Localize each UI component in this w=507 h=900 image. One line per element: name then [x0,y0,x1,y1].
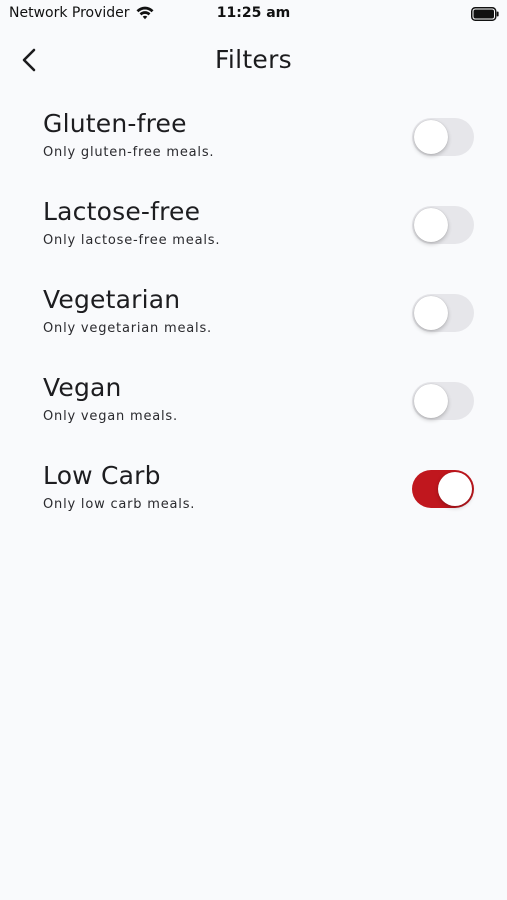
filter-title: Low Carb [43,461,161,490]
status-bar: Network Provider 11:25 am [0,0,507,28]
filter-subtitle: Only vegan meals. [43,409,178,424]
toggle-knob [414,208,448,242]
status-time: 11:25 am [216,5,291,21]
toggle-knob [438,472,472,506]
filter-item-vegetarian[interactable]: Vegetarian Only vegetarian meals. [0,276,507,364]
filter-item-vegan[interactable]: Vegan Only vegan meals. [0,364,507,452]
filter-title: Lactose-free [43,197,201,226]
page-title: Filters [214,45,293,74]
toggle-knob [414,296,448,330]
toggle-knob [414,120,448,154]
vegetarian-toggle[interactable] [412,294,474,332]
filter-item-lactose-free[interactable]: Lactose-free Only lactose-free meals. [0,188,507,276]
lactose-free-toggle[interactable] [412,206,474,244]
filter-title: Vegan [43,373,122,402]
filter-item-gluten-free[interactable]: Gluten-free Only gluten-free meals. [0,100,507,188]
filter-subtitle: Only lactose-free meals. [43,233,221,248]
filter-item-low-carb[interactable]: Low Carb Only low carb meals. [0,452,507,540]
filter-list: Gluten-free Only gluten-free meals. Lact… [0,100,507,540]
filter-subtitle: Only low carb meals. [43,497,196,512]
filter-title: Gluten-free [43,109,187,138]
filter-subtitle: Only gluten-free meals. [43,145,215,160]
toggle-knob [414,384,448,418]
filter-subtitle: Only vegetarian meals. [43,321,212,336]
app-header: Filters [0,36,507,86]
filter-title: Vegetarian [43,285,181,314]
low-carb-toggle[interactable] [412,470,474,508]
gluten-free-toggle[interactable] [412,118,474,156]
vegan-toggle[interactable] [412,382,474,420]
battery-icon [471,7,499,21]
